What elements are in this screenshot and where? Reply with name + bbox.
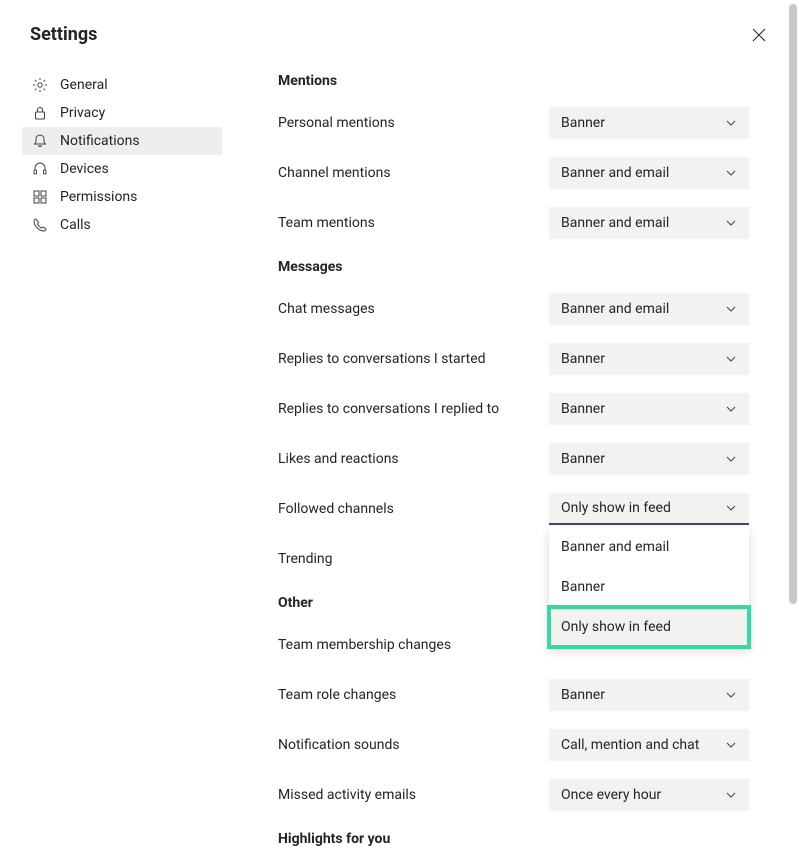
sidebar-item-label: Permissions	[60, 189, 137, 205]
sidebar-item-general[interactable]: General	[22, 71, 222, 99]
chevron-down-icon	[725, 303, 737, 315]
dropdown-option-banner-email[interactable]: Banner and email	[549, 527, 749, 567]
sidebar-item-notifications[interactable]: Notifications	[22, 127, 222, 155]
section-title-mentions: Mentions	[278, 73, 749, 89]
row-label: Team role changes	[278, 687, 549, 703]
chevron-down-icon	[725, 502, 737, 514]
dropdown-value: Banner and email	[561, 301, 669, 317]
row-label: Replies to conversations I replied to	[278, 401, 549, 417]
sidebar-item-privacy[interactable]: Privacy	[22, 99, 222, 127]
row-label: Team mentions	[278, 215, 549, 231]
sidebar-item-label: Devices	[60, 161, 109, 177]
row-label: Team membership changes	[278, 637, 549, 653]
dropdown-chat-messages[interactable]: Banner and email	[549, 293, 749, 325]
dropdown-option-banner[interactable]: Banner	[549, 567, 749, 607]
dropdown-value: Banner	[561, 401, 605, 417]
row-channel-mentions: Channel mentions Banner and email	[278, 157, 749, 189]
dropdown-replies-replied[interactable]: Banner	[549, 393, 749, 425]
row-followed-channels: Followed channels Only show in feed Bann…	[278, 493, 749, 525]
row-missed-activity: Missed activity emails Once every hour	[278, 779, 749, 811]
row-replies-started: Replies to conversations I started Banne…	[278, 343, 749, 375]
row-chat-messages: Chat messages Banner and email	[278, 293, 749, 325]
settings-main: Mentions Personal mentions Banner Channe…	[222, 57, 799, 865]
bell-icon	[32, 133, 48, 149]
phone-icon	[32, 217, 48, 233]
row-replies-replied: Replies to conversations I replied to Ba…	[278, 393, 749, 425]
row-label: Chat messages	[278, 301, 549, 317]
dropdown-replies-started[interactable]: Banner	[549, 343, 749, 375]
scrollbar-track[interactable]	[789, 4, 797, 792]
dropdown-team-mentions[interactable]: Banner and email	[549, 207, 749, 239]
sidebar-item-calls[interactable]: Calls	[22, 211, 222, 239]
apps-icon	[32, 189, 48, 205]
chevron-down-icon	[725, 117, 737, 129]
sidebar-item-label: Calls	[60, 217, 91, 233]
chevron-down-icon	[725, 789, 737, 801]
row-label: Likes and reactions	[278, 451, 549, 467]
close-button[interactable]	[749, 25, 769, 45]
dropdown-notification-sounds[interactable]: Call, mention and chat	[549, 729, 749, 761]
dropdown-value: Banner	[561, 115, 605, 131]
row-label: Missed activity emails	[278, 787, 549, 803]
dropdown-menu-followed-channels: Banner and email Banner Only show in fee…	[549, 527, 749, 647]
chevron-down-icon	[725, 217, 737, 229]
sidebar-item-label: Privacy	[60, 105, 105, 121]
close-icon	[752, 28, 766, 42]
dropdown-value: Banner	[561, 687, 605, 703]
row-team-mentions: Team mentions Banner and email	[278, 207, 749, 239]
row-label: Trending	[278, 551, 549, 567]
row-label: Notification sounds	[278, 737, 549, 753]
section-title-messages: Messages	[278, 259, 749, 275]
sidebar-item-permissions[interactable]: Permissions	[22, 183, 222, 211]
sidebar-item-label: General	[60, 77, 108, 93]
dropdown-value: Only show in feed	[561, 500, 671, 516]
dropdown-likes-reactions[interactable]: Banner	[549, 443, 749, 475]
dropdown-option-only-show-in-feed[interactable]: Only show in feed	[549, 607, 749, 647]
chevron-down-icon	[725, 353, 737, 365]
dropdown-missed-activity[interactable]: Once every hour	[549, 779, 749, 811]
chevron-down-icon	[725, 403, 737, 415]
dropdown-value: Call, mention and chat	[561, 737, 699, 753]
dropdown-followed-channels[interactable]: Only show in feed	[549, 493, 749, 525]
dropdown-value: Banner and email	[561, 215, 669, 231]
header: Settings	[0, 0, 799, 57]
dropdown-team-role[interactable]: Banner	[549, 679, 749, 711]
page-title: Settings	[30, 24, 97, 45]
gear-icon	[32, 77, 48, 93]
row-notification-sounds: Notification sounds Call, mention and ch…	[278, 729, 749, 761]
dropdown-value: Banner and email	[561, 165, 669, 181]
dropdown-personal-mentions[interactable]: Banner	[549, 107, 749, 139]
chevron-down-icon	[725, 167, 737, 179]
dropdown-value: Once every hour	[561, 787, 661, 803]
dropdown-value: Banner	[561, 451, 605, 467]
scrollbar-thumb[interactable]	[789, 4, 797, 604]
sidebar-item-label: Notifications	[60, 133, 140, 149]
section-title-highlights: Highlights for you	[278, 831, 749, 847]
lock-icon	[32, 105, 48, 121]
sidebar-item-devices[interactable]: Devices	[22, 155, 222, 183]
row-likes-reactions: Likes and reactions Banner	[278, 443, 749, 475]
row-label: Channel mentions	[278, 165, 549, 181]
row-team-role: Team role changes Banner	[278, 679, 749, 711]
row-personal-mentions: Personal mentions Banner	[278, 107, 749, 139]
chevron-down-icon	[725, 739, 737, 751]
chevron-down-icon	[725, 689, 737, 701]
settings-sidebar: General Privacy Notifications Devices Pe	[22, 57, 222, 865]
dropdown-channel-mentions[interactable]: Banner and email	[549, 157, 749, 189]
row-label: Followed channels	[278, 501, 549, 517]
dropdown-value: Banner	[561, 351, 605, 367]
chevron-down-icon	[725, 453, 737, 465]
headset-icon	[32, 161, 48, 177]
row-label: Replies to conversations I started	[278, 351, 549, 367]
row-label: Personal mentions	[278, 115, 549, 131]
